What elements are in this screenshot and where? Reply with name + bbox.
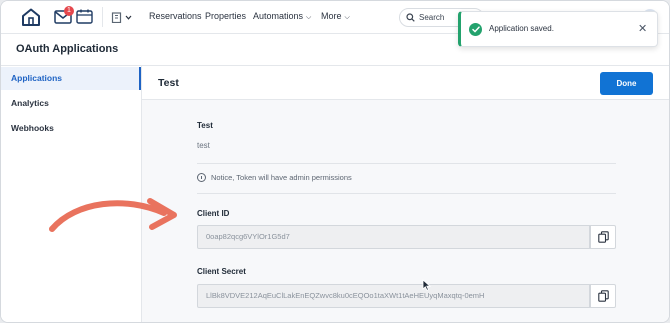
chevron-down-icon: ⌵ (344, 14, 350, 21)
sidebar-item-label: Webhooks (11, 123, 54, 133)
application-title: Test (158, 77, 179, 89)
toast-message: Application saved. (489, 24, 554, 33)
nav-link-label: Automations (253, 11, 304, 21)
sidebar-item-analytics[interactable]: Analytics (1, 92, 141, 115)
sidebar-item-applications[interactable]: Applications (1, 67, 141, 90)
copy-client-id-button[interactable] (590, 225, 616, 249)
check-icon (469, 23, 482, 36)
application-header: Test Done (142, 66, 669, 100)
copy-icon (597, 290, 609, 302)
page-title: OAuth Applications (16, 43, 119, 55)
sidebar-item-label: Applications (11, 73, 63, 83)
close-icon[interactable]: ✕ (638, 23, 647, 35)
divider (197, 193, 616, 194)
chevron-down-icon: ⌵ (306, 14, 312, 21)
building-icon (111, 12, 122, 23)
client-secret-label: Client Secret (197, 267, 246, 276)
divider (197, 163, 616, 164)
nav-link-reservations[interactable]: Reservations (149, 11, 202, 21)
admin-permission-notice: Notice, Token will have admin permission… (197, 173, 352, 182)
nav-link-label: Reservations (149, 11, 202, 21)
client-secret-field[interactable]: LlBk8VDVE212AqEuClLakEnEQZwvc8ku0cEQOo1t… (197, 284, 590, 308)
mail-badge: 1 (64, 6, 74, 16)
client-id-label: Client ID (197, 209, 230, 218)
nav-link-label: Properties (205, 11, 247, 21)
search-placeholder: Search (419, 13, 445, 22)
sidebar-item-webhooks[interactable]: Webhooks (1, 117, 141, 140)
property-selector[interactable] (111, 8, 139, 27)
calendar-icon[interactable] (76, 9, 93, 24)
info-icon (197, 173, 206, 182)
nav-divider (102, 7, 103, 27)
annotation-arrow (49, 198, 177, 232)
success-toast: Application saved. ✕ (458, 11, 658, 47)
application-name-value: test (197, 141, 210, 150)
nav-link-properties[interactable]: Properties (205, 11, 246, 21)
nav-link-more[interactable]: More ⌵ (321, 11, 350, 22)
notice-text: Notice, Token will have admin permission… (211, 173, 352, 182)
application-detail-panel: Test Done Test test Notice, Token will h… (142, 66, 669, 322)
search-icon (406, 13, 415, 22)
nav-link-label: More (321, 11, 342, 21)
done-button[interactable]: Done (600, 72, 653, 95)
chevron-down-icon (125, 15, 132, 20)
sidebar-item-label: Analytics (11, 98, 49, 108)
copy-icon (597, 231, 609, 243)
client-id-field[interactable]: 0oap82qcg6VYlOr1G5d7 (197, 225, 590, 249)
app-window: 1 Reservations Properties Automations⌵ (0, 0, 670, 323)
home-icon[interactable] (21, 8, 41, 26)
mouse-cursor-icon (422, 279, 431, 291)
copy-client-secret-button[interactable] (590, 284, 616, 308)
nav-link-automations[interactable]: Automations ⌵ (253, 11, 311, 22)
application-name-label: Test (197, 121, 213, 130)
